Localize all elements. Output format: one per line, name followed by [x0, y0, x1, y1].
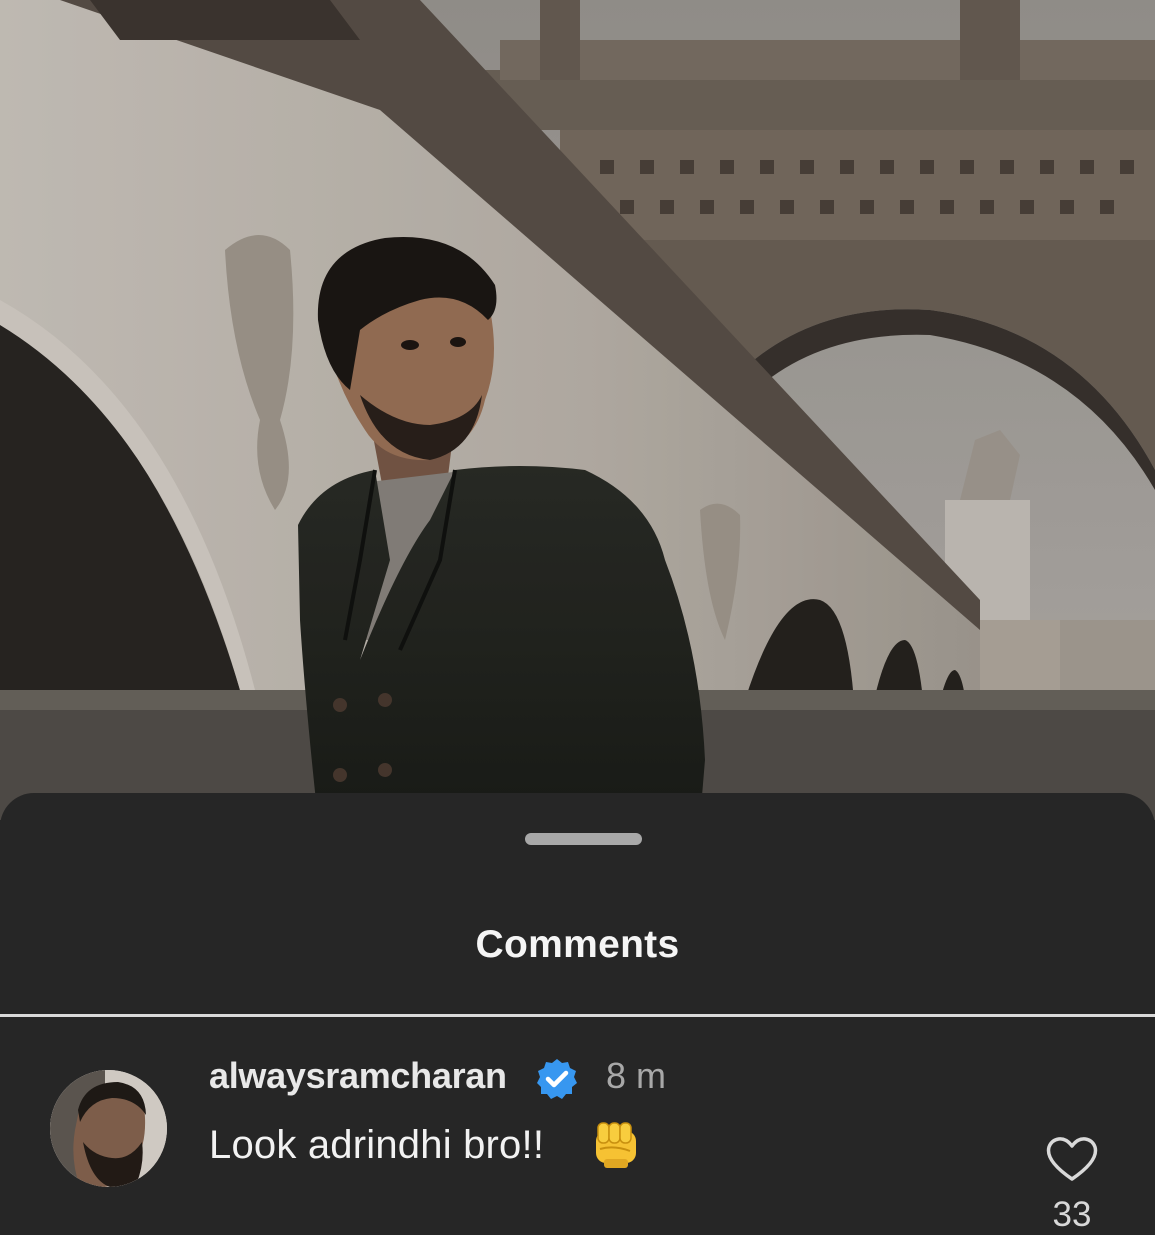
- comment-username[interactable]: alwaysramcharan: [209, 1055, 507, 1097]
- comment-text: Look adrindhi bro!!: [209, 1123, 545, 1167]
- comment-timestamp: 8 m: [606, 1055, 667, 1096]
- post-photo-illustration: [0, 0, 1155, 820]
- avatar-image: [50, 1070, 167, 1187]
- like-count: 33: [1052, 1195, 1092, 1234]
- comment-item: alwaysramcharan 8 m Look adrindhi bro!! …: [0, 1043, 1155, 1234]
- oncoming-fist-emoji-icon: [596, 1122, 636, 1168]
- avatar[interactable]: [50, 1070, 167, 1187]
- sheet-title: Comments: [475, 923, 680, 966]
- post-photo: [0, 0, 1155, 820]
- sheet-divider: [0, 1014, 1155, 1017]
- sheet-drag-handle[interactable]: [525, 833, 642, 845]
- comments-sheet: Comments alwaysramcharan 8 m Look adrind…: [0, 793, 1155, 1234]
- verified-badge-icon: [537, 1059, 577, 1099]
- like-heart-icon[interactable]: [1044, 1133, 1100, 1183]
